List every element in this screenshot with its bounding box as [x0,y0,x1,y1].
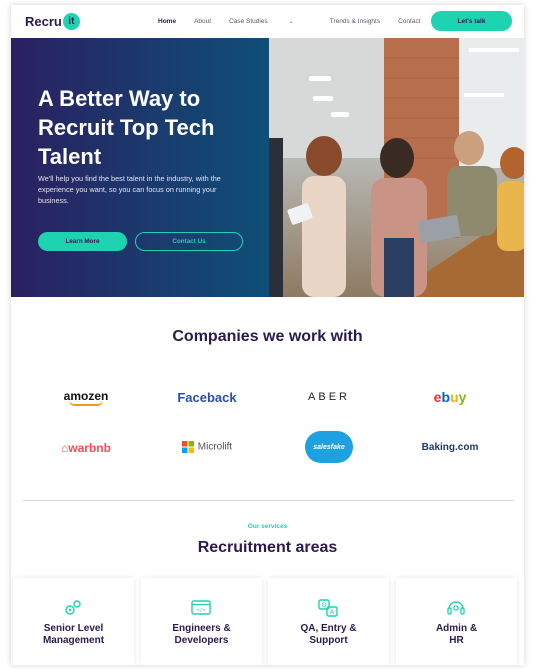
svg-text:Q: Q [322,602,327,609]
top-navigation: Recru it Home About Case Studies ⌄ Trends… [11,5,524,38]
service-card-senior-management[interactable]: Senior Level Management [13,578,134,665]
service-card-label: QA, Entry & Support [300,623,357,646]
hero-description: We'll help you find the best talent in t… [38,174,221,205]
service-card-label: Engineers & Developers [172,623,231,646]
contact-us-button[interactable]: Contact Us [135,232,243,251]
qa-chat-icon: Q A [318,599,338,617]
hero-title: A Better Way to Recruit Top Tech Talent [38,86,215,169]
companies-heading: Companies we work with [172,328,363,345]
nav-item-home[interactable]: Home [158,18,176,25]
nav-item-case-studies-label: Case Studies [229,18,268,25]
logo-salesfake: salesfake [265,431,393,463]
logo-text: Recru [25,14,62,29]
section-divider [23,500,514,501]
nav-item-about[interactable]: About [194,18,211,25]
nav-menu: Home About Case Studies ⌄ Trends & Insigh… [158,18,439,25]
logo-aber: ABER [308,391,350,403]
logo-microlift: Microlift [143,441,271,453]
services-tag: Our services [247,523,288,530]
logo-badge: it [62,13,80,30]
learn-more-button[interactable]: Learn More [38,232,127,251]
hero-team-photo [269,38,524,297]
logo-amozen-text: amozen [63,389,109,403]
hero-panel: A Better Way to Recruit Top Tech Talent … [11,38,269,297]
service-card-qa[interactable]: Q A QA, Entry & Support [268,578,389,665]
logo-salesfake-cloud: salesfake [305,431,353,463]
hero-photo-illustration [269,38,524,297]
service-card-label: Senior Level Management [42,623,105,646]
headset-icon [447,601,465,615]
nav-item-case-studies[interactable]: Case Studies ⌄ [229,18,312,25]
page: Recru it Home About Case Studies ⌄ Trends… [11,5,524,665]
lets-talk-button[interactable]: Let's talk [431,11,512,31]
logo-faceback: Faceback [177,390,237,405]
services-heading: Recruitment areas [197,539,338,556]
browser-code-icon: </> [191,600,211,615]
logo-warbnb: ⌂warbnb [22,441,150,455]
nav-item-trends-insights[interactable]: Trends & Insights [330,18,380,25]
service-card-engineers[interactable]: </> Engineers & Developers [141,578,262,665]
logo-microlift-text: Microlift [197,441,233,453]
chevron-down-icon: ⌄ [288,19,294,25]
service-card-admin-hr[interactable]: Admin & HR [396,578,517,665]
brand-logo[interactable]: Recru it [25,13,80,30]
logo-amozen: amozen [22,389,150,406]
logo-baking: Baking.com [421,442,479,453]
service-cards: Senior Level Management </> Engineers & … [11,578,524,665]
gears-icon [65,600,81,615]
logo-warbnb-text: warbnb [68,441,111,455]
svg-text:</>: </> [196,608,205,614]
nav-item-contact[interactable]: Contact [398,18,420,25]
company-logos: amozen Faceback ABER ebuy ⌂warbnb Microl… [11,377,524,487]
svg-text:A: A [330,609,335,616]
hero-section: A Better Way to Recruit Top Tech Talent … [11,38,524,297]
microlift-icon [181,441,194,453]
logo-ebuy: ebuy [433,389,467,405]
service-card-label: Admin & HR [435,623,478,646]
